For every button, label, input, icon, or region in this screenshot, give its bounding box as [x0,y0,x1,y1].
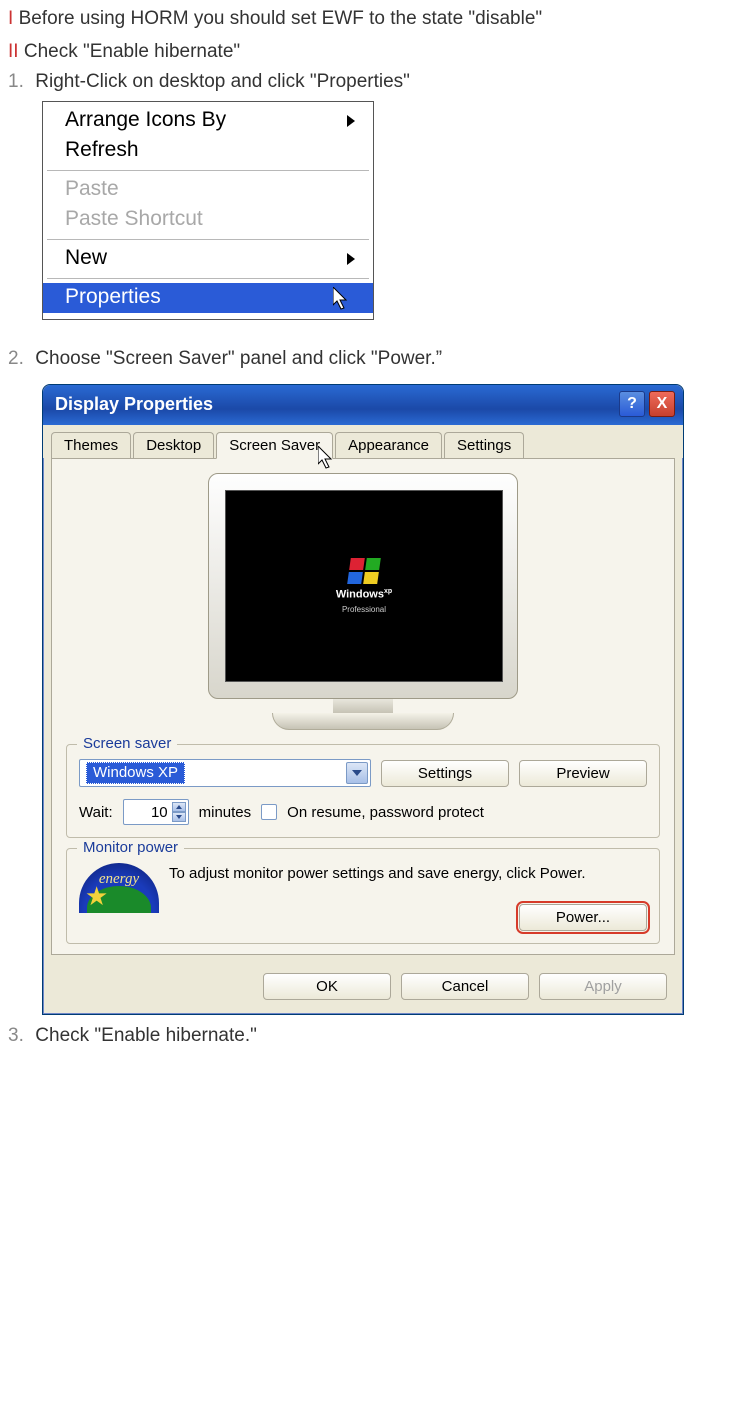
power-button[interactable]: Power... [519,904,647,931]
step-3: 3. Check "Enable hibernate." [8,1025,734,1047]
monitor-power-group: Monitor power ★ energy To adjust monitor… [66,848,660,944]
dialog-button-bar: OK Cancel Apply [43,963,683,1014]
resume-password-checkbox[interactable] [261,804,277,820]
desktop-context-menu: Arrange Icons By Refresh Paste Paste Sho… [43,102,373,319]
ctx-separator [47,278,369,279]
spinner-buttons-icon[interactable] [172,802,186,822]
ctx-separator [47,170,369,171]
ctx-new-label: New [65,246,107,269]
intro-text-2: Check "Enable hibernate" [24,41,240,62]
ctx-new[interactable]: New [43,244,373,274]
intro-prefix-1: I [8,8,13,29]
help-button[interactable]: ? [619,391,645,417]
step-1: 1. Right-Click on desktop and click "Pro… [8,71,734,93]
minutes-label: minutes [199,804,252,821]
monitor-power-group-title: Monitor power [77,839,184,856]
dialog-title: Display Properties [55,394,213,415]
screensaver-select[interactable]: Windows XP [79,759,371,787]
monitor-preview: Windowsxp Professional [66,473,660,730]
intro-prefix-2: II [8,41,19,62]
cursor-icon [333,287,353,319]
step-1-number: 1. [8,71,30,93]
ctx-paste-shortcut: Paste Shortcut [43,205,373,235]
intro-line-1: I Before using HORM you should set EWF t… [8,6,734,33]
windows-logo-icon: Windowsxp Professional [336,558,392,614]
screensaver-group: Screen saver Windows XP Settings Preview… [66,744,660,838]
submenu-arrow-icon [347,253,355,265]
intro-text-1: Before using HORM you should set EWF to … [19,8,543,29]
ctx-paste: Paste [43,175,373,205]
monitor-power-text: To adjust monitor power settings and sav… [169,863,647,884]
ctx-properties[interactable]: Properties [43,283,373,313]
ctx-arrange-label: Arrange Icons By [65,108,226,131]
tab-themes[interactable]: Themes [51,432,131,459]
ctx-arrange-icons[interactable]: Arrange Icons By [43,106,373,136]
step-3-text: Check "Enable hibernate." [35,1025,257,1046]
ctx-refresh[interactable]: Refresh [43,136,373,166]
ctx-paste-shortcut-label: Paste Shortcut [65,207,203,230]
cursor-icon [318,446,338,476]
tab-desktop[interactable]: Desktop [133,432,214,459]
cancel-button[interactable]: Cancel [401,973,529,1000]
titlebar: Display Properties ? X [43,385,683,425]
step-2-text: Choose "Screen Saver" panel and click "P… [35,348,442,369]
step-2: 2. Choose "Screen Saver" panel and click… [8,348,734,370]
ctx-separator [47,239,369,240]
resume-label: On resume, password protect [287,804,484,821]
step-2-number: 2. [8,348,30,370]
ok-button[interactable]: OK [263,973,391,1000]
screensaver-select-value: Windows XP [86,762,185,784]
tab-settings[interactable]: Settings [444,432,524,459]
step-3-number: 3. [8,1025,30,1047]
tab-screen-saver[interactable]: Screen Saver [216,432,333,459]
step-1-text: Right-Click on desktop and click "Proper… [35,71,410,92]
display-properties-dialog: Display Properties ? X Themes Desktop Sc… [42,384,684,1015]
wait-label: Wait: [79,804,113,821]
wait-spinner[interactable]: 10 [123,799,189,825]
screen-preview: Windowsxp Professional [225,490,503,682]
energy-star-icon: ★ energy [79,863,159,913]
ctx-paste-label: Paste [65,177,119,200]
tab-strip: Themes Desktop Screen Saver Appearance S… [43,425,683,458]
settings-button[interactable]: Settings [381,760,509,787]
ctx-properties-label: Properties [65,285,161,308]
intro-line-2: II Check "Enable hibernate" [8,39,734,66]
tab-panel: Windowsxp Professional Screen saver Wind… [51,458,675,955]
screensaver-group-title: Screen saver [77,735,177,752]
preview-button[interactable]: Preview [519,760,647,787]
apply-button[interactable]: Apply [539,973,667,1000]
ctx-refresh-label: Refresh [65,138,139,161]
context-menu-figure: Arrange Icons By Refresh Paste Paste Sho… [42,101,374,320]
tab-appearance[interactable]: Appearance [335,432,442,459]
dropdown-arrow-icon[interactable] [346,762,368,784]
close-button[interactable]: X [649,391,675,417]
submenu-arrow-icon [347,115,355,127]
